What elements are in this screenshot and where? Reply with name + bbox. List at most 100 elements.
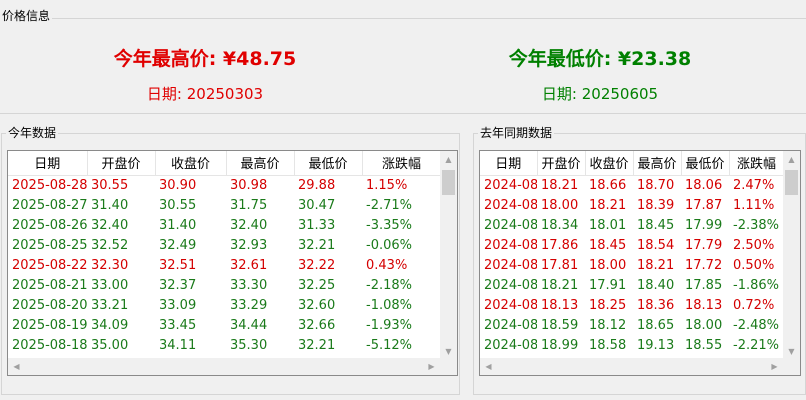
column-header[interactable]: 最高价 <box>633 151 682 176</box>
table-cell: -1.86% <box>733 277 779 293</box>
column-header[interactable]: 日期 <box>480 151 538 176</box>
table-cell: 0.43% <box>366 257 408 273</box>
column-header[interactable]: 涨跌幅 <box>729 151 785 176</box>
scrollbar-thumb[interactable] <box>785 170 798 195</box>
scroll-right-arrow-icon[interactable]: ▶ <box>423 358 440 375</box>
column-header[interactable]: 最低价 <box>681 151 730 176</box>
table-row[interactable]: 2024-08 17.86 18.45 18.54 17.79 2.50% <box>480 235 784 255</box>
table-row[interactable]: 2025-08-20 33.21 33.09 33.29 32.60 -1.08% <box>8 295 441 315</box>
table-row[interactable]: 2025-08-22 32.30 32.51 32.61 32.22 0.43% <box>8 255 441 275</box>
table-cell: 34.44 <box>230 317 268 333</box>
scroll-left-arrow-icon[interactable]: ◀ <box>480 358 497 375</box>
this-year-table: 日期 开盘价 收盘价 最高价 最低价 涨跌幅 2025-08-28 30.55 30.90 30… <box>8 151 442 375</box>
table-row[interactable]: 2025-08-18 35.00 34.11 35.30 32.21 -5.12% <box>8 335 441 355</box>
table-cell: 2024-08 <box>484 217 537 233</box>
scrollbar-thumb[interactable] <box>442 170 455 195</box>
table-cell: 18.00 <box>541 197 579 213</box>
table-row[interactable]: 2025-08-26 32.40 31.40 32.40 31.33 -3.35% <box>8 215 441 235</box>
table-cell: 30.55 <box>159 197 197 213</box>
table-cell: 32.40 <box>230 217 268 233</box>
column-header[interactable]: 最低价 <box>294 151 363 176</box>
table-cell: 2024-08 <box>484 277 537 293</box>
column-header[interactable]: 日期 <box>8 151 88 176</box>
table-cell: 18.70 <box>637 177 675 193</box>
yearly-low-block: 今年最低价: ¥23.38 日期: 20250605 <box>475 47 725 104</box>
table-cell: 2025-08-28 <box>12 177 87 193</box>
table-cell: 32.21 <box>298 337 336 353</box>
column-header[interactable]: 最高价 <box>226 151 295 176</box>
horizontal-scrollbar[interactable]: ◀ ▶ <box>8 358 440 375</box>
table-row[interactable]: 2024-08 18.34 18.01 18.45 17.99 -2.38% <box>480 215 784 235</box>
table-cell: -1.93% <box>366 317 412 333</box>
table-cell: 32.61 <box>230 257 268 273</box>
table-cell: 2024-08 <box>484 197 537 213</box>
table-cell: 2025-08-27 <box>12 197 87 213</box>
table-cell: 32.22 <box>298 257 336 273</box>
table-cell: -0.06% <box>366 237 412 253</box>
column-header[interactable]: 收盘价 <box>155 151 227 176</box>
table-header-row: 日期 开盘价 收盘价 最高价 最低价 涨跌幅 <box>8 151 442 176</box>
table-row[interactable]: 2025-08-21 33.00 32.37 33.30 32.25 -2.18% <box>8 275 441 295</box>
yearly-low-date: 日期: 20250605 <box>541 85 659 103</box>
table-cell: 18.13 <box>541 297 579 313</box>
scroll-left-arrow-icon[interactable]: ◀ <box>8 358 25 375</box>
table-cell: -2.71% <box>366 197 412 213</box>
scroll-right-arrow-icon[interactable]: ▶ <box>766 358 783 375</box>
table-row[interactable]: 2024-08 17.81 18.00 18.21 17.72 0.50% <box>480 255 784 275</box>
table-cell: 18.00 <box>589 257 627 273</box>
table-cell: 18.21 <box>589 197 627 213</box>
last-year-title: 去年同期数据 <box>478 126 555 141</box>
table-cell: 17.81 <box>541 257 579 273</box>
table-cell: 18.54 <box>637 237 675 253</box>
table-cell: 34.09 <box>91 317 129 333</box>
table-row[interactable]: 2024-08 18.59 18.12 18.65 18.00 -2.48% <box>480 315 784 335</box>
scroll-up-arrow-icon[interactable]: ▲ <box>440 151 457 168</box>
this-year-table-view[interactable]: 日期 开盘价 收盘价 最高价 最低价 涨跌幅 2025-08-28 30.55 30.90 30… <box>7 150 458 376</box>
table-cell: 18.36 <box>637 297 675 313</box>
column-header[interactable]: 开盘价 <box>537 151 586 176</box>
table-cell: 18.25 <box>589 297 627 313</box>
table-cell: 32.37 <box>159 277 197 293</box>
table-row[interactable]: 2025-08-19 34.09 33.45 34.44 32.66 -1.93% <box>8 315 441 335</box>
vertical-scrollbar[interactable]: ▲ ▼ <box>783 151 800 360</box>
last-year-table: 日期 开盘价 收盘价 最高价 最低价 涨跌幅 2024-08 18.21 18.66 18.70… <box>480 151 785 375</box>
table-cell: 0.72% <box>733 297 775 313</box>
scrollbar-corner <box>440 358 457 375</box>
yearly-high-block: 今年最高价: ¥48.75 日期: 20250303 <box>80 47 330 104</box>
table-row[interactable]: 2024-08 18.13 18.25 18.36 18.13 0.72% <box>480 295 784 315</box>
table-row[interactable]: 2024-08 18.00 18.21 18.39 17.87 1.11% <box>480 195 784 215</box>
column-header[interactable]: 涨跌幅 <box>362 151 442 176</box>
table-cell: 2024-08 <box>484 297 537 313</box>
table-cell: 18.40 <box>637 277 675 293</box>
table-cell: 35.00 <box>91 337 129 353</box>
horizontal-scrollbar[interactable]: ◀ ▶ <box>480 358 783 375</box>
table-cell: 1.15% <box>366 177 408 193</box>
table-row[interactable]: 2025-08-25 32.52 32.49 32.93 32.21 -0.06% <box>8 235 441 255</box>
table-cell: 2024-08 <box>484 257 537 273</box>
column-header[interactable]: 开盘价 <box>87 151 156 176</box>
table-cell: 0.50% <box>733 257 775 273</box>
table-cell: 18.06 <box>685 177 723 193</box>
scroll-up-arrow-icon[interactable]: ▲ <box>783 151 800 168</box>
table-cell: 18.01 <box>589 217 627 233</box>
table-row[interactable]: 2024-08 18.21 18.66 18.70 18.06 2.47% <box>480 175 784 195</box>
table-cell: 17.72 <box>685 257 723 273</box>
table-cell: 33.09 <box>159 297 197 313</box>
table-cell: 19.13 <box>637 337 675 353</box>
table-cell: 2025-08-18 <box>12 337 87 353</box>
table-row[interactable]: 2024-08 18.99 18.58 19.13 18.55 -2.21% <box>480 335 784 355</box>
table-cell: 30.90 <box>159 177 197 193</box>
table-row[interactable]: 2025-08-28 30.55 30.90 30.98 29.88 1.15% <box>8 175 441 195</box>
table-cell: 18.39 <box>637 197 675 213</box>
column-header[interactable]: 收盘价 <box>585 151 634 176</box>
last-year-table-view[interactable]: 日期 开盘价 收盘价 最高价 最低价 涨跌幅 2024-08 18.21 18.66 18.70… <box>479 150 801 376</box>
table-cell: 35.30 <box>230 337 268 353</box>
yearly-high-price: 今年最高价: ¥48.75 <box>113 48 297 70</box>
table-cell: 33.45 <box>159 317 197 333</box>
table-cell: 18.45 <box>589 237 627 253</box>
yearly-low-price: 今年最低价: ¥23.38 <box>508 48 692 70</box>
table-cell: 32.51 <box>159 257 197 273</box>
table-row[interactable]: 2024-08 18.21 17.91 18.40 17.85 -1.86% <box>480 275 784 295</box>
vertical-scrollbar[interactable]: ▲ ▼ <box>440 151 457 360</box>
table-row[interactable]: 2025-08-27 31.40 30.55 31.75 30.47 -2.71% <box>8 195 441 215</box>
